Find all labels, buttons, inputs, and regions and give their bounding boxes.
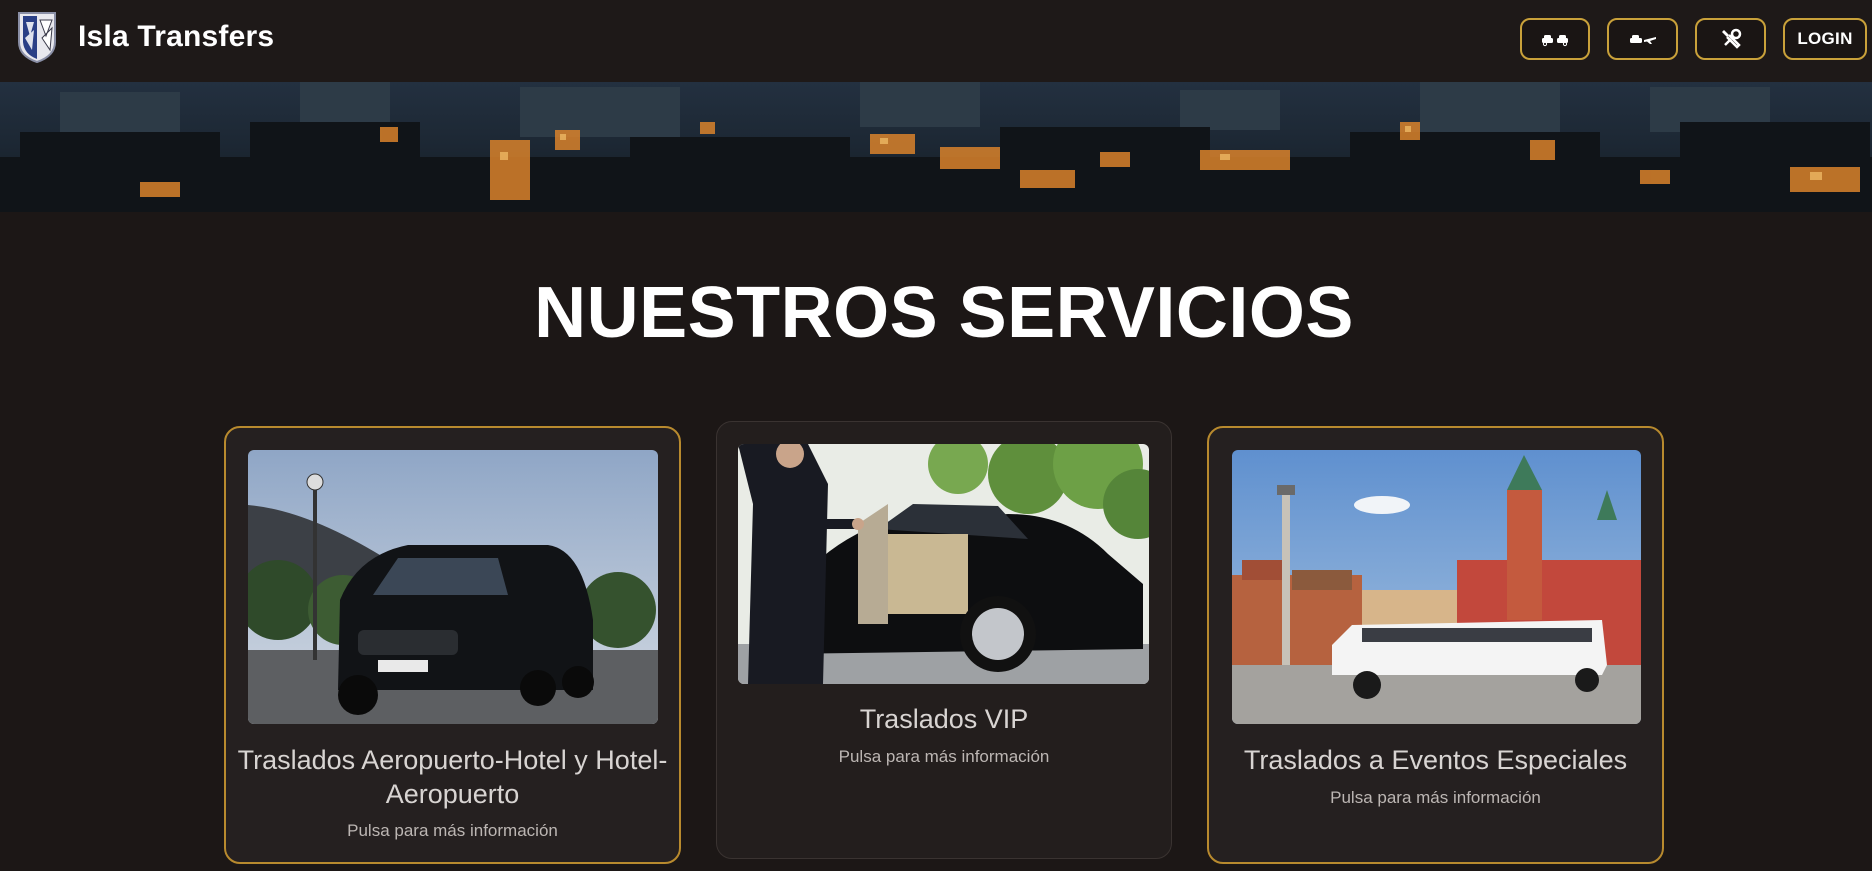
logo-icon[interactable] [16,10,58,64]
nav-button-plane[interactable] [1607,18,1678,60]
top-navbar: Isla Transfers LOGIN [0,0,1872,82]
nav-button-car[interactable] [1520,18,1590,60]
black-van-photo [248,450,658,724]
card-subtitle: Pulsa para más información [1330,788,1541,807]
white-limousine-photo [1232,450,1641,724]
service-card-airport-hotel[interactable]: Traslados Aeropuerto-Hotel y Hotel-Aerop… [224,426,681,864]
chauffeur-sedan-photo [738,444,1149,684]
car-transfer-icon [1540,31,1570,47]
card-title: Traslados Aeropuerto-Hotel y Hotel-Aerop… [237,745,668,809]
page-title: NUESTROS SERVICIOS [534,273,1354,353]
service-card-vip[interactable]: Traslados VIP Pulsa para más información [716,421,1172,859]
login-button[interactable]: LOGIN [1783,18,1867,60]
card-subtitle: Pulsa para más información [347,821,558,840]
card-title: Traslados VIP [859,704,1029,734]
nav-button-settings[interactable] [1695,18,1766,60]
card-title: Traslados a Eventos Especiales [1243,745,1628,775]
service-card-special-events[interactable]: Traslados a Eventos Especiales Pulsa par… [1207,426,1664,864]
plane-transfer-icon [1628,31,1658,47]
card-subtitle: Pulsa para más información [838,747,1050,766]
brand-name[interactable]: Isla Transfers [78,20,274,54]
city-night-banner [0,82,1872,212]
settings-tools-icon [1719,27,1743,51]
